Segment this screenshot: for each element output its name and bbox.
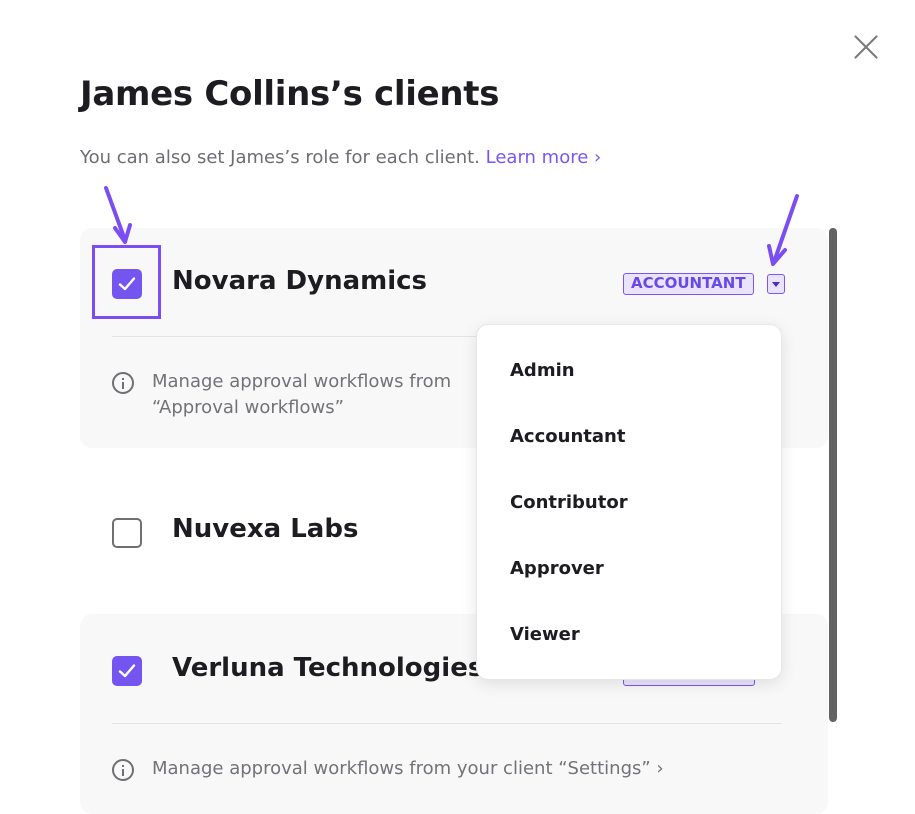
client-checkbox-verluna[interactable] bbox=[112, 656, 142, 686]
scrollbar-thumb[interactable] bbox=[829, 228, 837, 722]
info-icon bbox=[112, 372, 134, 394]
subtitle-text: You can also set James’s role for each c… bbox=[80, 147, 480, 168]
role-option-admin[interactable]: Admin bbox=[510, 360, 575, 381]
page-subtitle: You can also set James’s role for each c… bbox=[80, 147, 601, 168]
role-dropdown-menu: Admin Accountant Contributor Approver Vi… bbox=[476, 324, 782, 680]
checkmark-icon bbox=[118, 664, 136, 678]
annotation-arrow-icon bbox=[104, 186, 132, 244]
role-option-accountant[interactable]: Accountant bbox=[510, 426, 625, 447]
client-name-verluna: Verluna Technologies bbox=[172, 653, 484, 683]
annotation-highlight-box bbox=[92, 245, 161, 319]
info-icon bbox=[112, 759, 134, 781]
info-line-1: Manage approval workflows from bbox=[152, 371, 452, 392]
role-option-viewer[interactable]: Viewer bbox=[510, 624, 580, 645]
role-option-approver[interactable]: Approver bbox=[510, 558, 604, 579]
close-button[interactable] bbox=[850, 30, 882, 62]
info-line-2: “Approval workflows” bbox=[152, 397, 344, 418]
info-text-verluna: Manage approval workflows from your clie… bbox=[152, 758, 664, 779]
role-dropdown-toggle[interactable] bbox=[767, 274, 785, 294]
client-name-novara: Novara Dynamics bbox=[172, 266, 428, 296]
annotation-arrow-icon bbox=[767, 194, 799, 266]
divider bbox=[112, 723, 782, 724]
client-checkbox-nuvexa[interactable] bbox=[112, 518, 142, 548]
learn-more-link[interactable]: Learn more › bbox=[486, 147, 602, 168]
client-name-nuvexa: Nuvexa Labs bbox=[172, 514, 359, 544]
role-option-contributor[interactable]: Contributor bbox=[510, 492, 628, 513]
role-badge-novara[interactable]: ACCOUNTANT bbox=[623, 273, 754, 295]
page-title: James Collins’s clients bbox=[80, 74, 500, 114]
info-text-novara: Manage approval workflows from “Approval… bbox=[152, 369, 451, 421]
